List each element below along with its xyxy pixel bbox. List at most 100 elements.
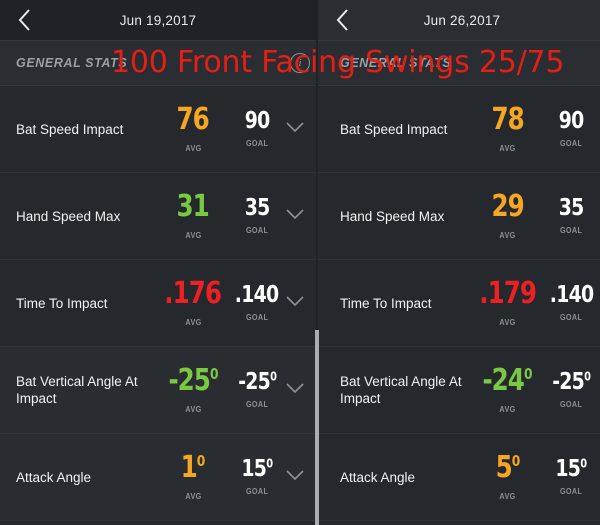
table-row[interactable]: Attack Angle 50 AVG 150 GOAL [318,434,600,521]
goal-value-block: .140 GOAL [228,282,286,323]
goal-value: .140 [549,282,593,308]
chevron-left-icon [336,9,349,31]
table-row[interactable]: Bat Speed Impact 76 AVG 90 GOAL [0,86,318,173]
goal-caption: GOAL [245,399,269,409]
degree-symbol: 0 [196,452,206,470]
section-header-left: GENERAL STATS i [0,41,318,86]
stat-label: Time To Impact [340,295,432,311]
avg-value-block: 50 AVG [478,450,536,502]
stat-label: Bat Vertical Angle At Impact [340,374,462,406]
avg-value: -250 [168,363,219,398]
panel-seam-upper [316,40,318,330]
topbar-left: Jun 19,2017 [0,0,318,40]
goal-value: -250 [552,369,591,395]
goal-value: .140 [235,282,279,308]
table-row[interactable]: Bat Vertical Angle At Impact -250 AVG -2… [0,347,318,434]
info-circle-icon[interactable]: i [290,53,310,73]
avg-value-block: 76 AVG [164,105,222,154]
avg-caption: AVG [184,317,202,327]
avg-value: -240 [482,363,533,398]
degree-symbol: 0 [269,369,277,384]
avg-value-block: -240 AVG [478,363,536,415]
goal-value: 150 [555,456,587,482]
goal-caption: GOAL [559,486,583,496]
panel-right-session: Jun 26,2017 GENERAL STATS Bat Speed Impa… [318,0,600,525]
degree-symbol: 0 [580,456,587,471]
avg-caption: AVG [499,230,516,240]
avg-caption: AVG [499,491,516,501]
avg-caption: AVG [184,491,202,501]
stat-label: Hand Speed Max [340,208,445,224]
stat-label: Bat Speed Impact [16,121,124,137]
table-row[interactable]: Hand Speed Max 29 AVG 35 GOAL [318,173,600,260]
avg-value-block: -250 AVG [164,363,222,415]
avg-value-block: 31 AVG [164,192,222,241]
degree-symbol: 0 [209,365,219,383]
table-row[interactable]: Bat Speed Impact 78 AVG 90 GOAL [318,86,600,173]
avg-caption: AVG [499,143,516,153]
goal-value: 35 [244,195,271,221]
goal-value: 90 [558,108,585,134]
goal-caption: GOAL [245,225,269,235]
table-row[interactable]: Bat Vertical Angle At Impact -240 AVG -2… [318,347,600,434]
avg-value: 50 [495,450,520,485]
degree-symbol: 0 [583,369,591,384]
chevron-down-icon[interactable] [286,381,304,399]
stat-label: Time To Impact [16,295,108,311]
goal-value-block: .140 GOAL [542,282,600,323]
goal-caption: GOAL [560,399,583,409]
avg-value: 10 [180,450,206,485]
goal-value-block: 35 GOAL [542,195,600,236]
chevron-down-icon[interactable] [286,468,304,486]
chevron-down-icon[interactable] [286,120,304,138]
avg-caption: AVG [184,404,202,414]
avg-caption: AVG [184,230,202,240]
table-row[interactable]: Time To Impact .179 AVG .140 GOAL [318,260,600,347]
goal-value: 90 [244,108,271,134]
stat-label: Attack Angle [340,469,416,485]
stat-list-right: Bat Speed Impact 78 AVG 90 GOAL Hand Spe… [318,86,600,521]
goal-value: 150 [241,456,273,482]
avg-value: .176 [164,276,223,311]
goal-caption: GOAL [560,312,583,322]
back-button-right[interactable] [318,0,366,40]
panel-left-session: Jun 19,2017 GENERAL STATS i Bat Speed Im… [0,0,318,525]
avg-caption: AVG [499,404,516,414]
panel-seam-divider [315,330,319,525]
goal-caption: GOAL [245,138,269,148]
stat-list-left: Bat Speed Impact 76 AVG 90 GOAL Hand Spe… [0,86,318,521]
degree-symbol: 0 [266,456,273,471]
goal-value: -250 [237,369,277,395]
goal-caption: GOAL [245,312,269,322]
avg-value: .179 [478,276,537,311]
avg-caption: AVG [499,317,516,327]
goal-caption: GOAL [559,138,583,148]
chevron-down-icon[interactable] [286,294,304,312]
stat-label: Attack Angle [16,469,92,485]
chevron-down-icon[interactable] [286,207,304,225]
info-glyph: i [298,57,302,69]
avg-value: 78 [491,102,524,137]
table-row[interactable]: Hand Speed Max 31 AVG 35 GOAL [0,173,318,260]
goal-caption: GOAL [559,225,583,235]
goal-value-block: 150 GOAL [542,456,600,496]
degree-symbol: 0 [511,452,520,470]
avg-value-block: .179 AVG [478,276,537,328]
table-row[interactable]: Time To Impact .176 AVG .140 GOAL [0,260,318,347]
goal-value-block: 150 GOAL [228,456,286,496]
section-title-left: GENERAL STATS [16,56,128,70]
chevron-left-icon [18,9,31,31]
goal-value: 35 [558,195,585,221]
comparison-screenshot: Jun 19,2017 GENERAL STATS i Bat Speed Im… [0,0,600,525]
section-title-right: GENERAL STATS [340,56,452,70]
goal-value-block: 90 GOAL [228,108,286,149]
avg-caption: AVG [184,143,202,153]
goal-caption: GOAL [245,486,269,496]
table-row[interactable]: Attack Angle 10 AVG 150 GOAL [0,434,318,521]
avg-value-block: 10 AVG [164,450,222,502]
goal-value-block: -250 GOAL [228,369,286,409]
topbar-right: Jun 26,2017 [318,0,600,40]
back-button-left[interactable] [0,0,48,40]
goal-value-block: 35 GOAL [228,195,286,236]
stat-label: Hand Speed Max [16,208,121,224]
